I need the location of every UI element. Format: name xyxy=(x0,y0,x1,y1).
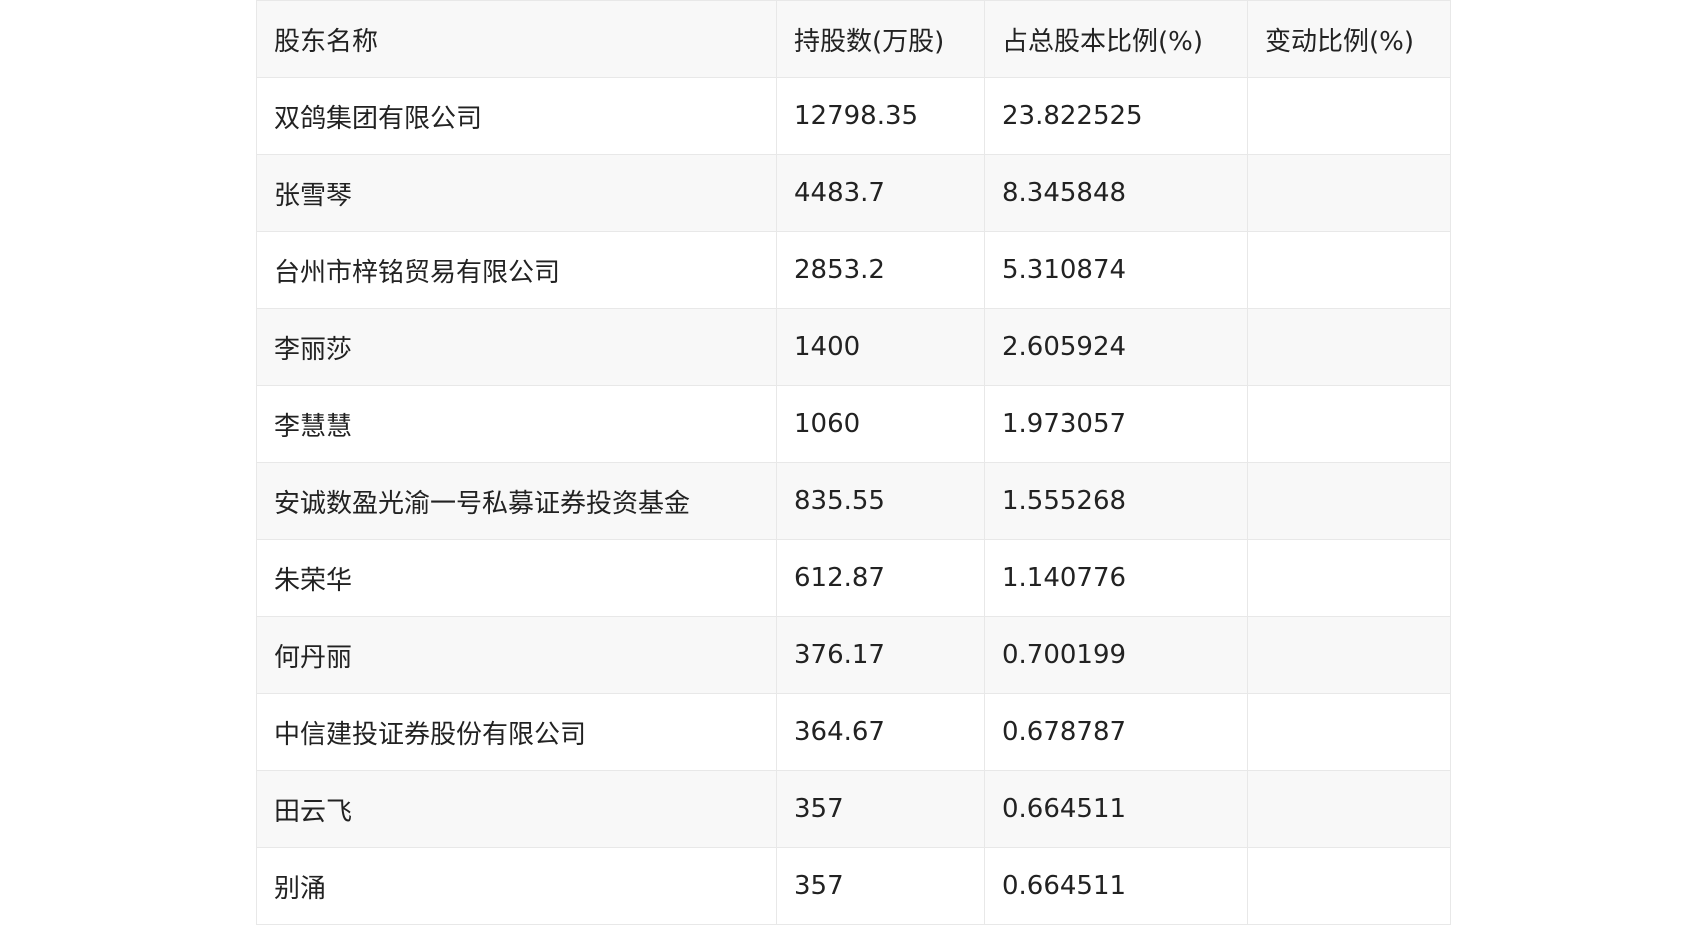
cell-change-ratio xyxy=(1247,539,1451,617)
cell-shareholder-name: 安诚数盈光渝一号私募证券投资基金 xyxy=(256,462,777,540)
cell-change-ratio xyxy=(1247,770,1451,848)
cell-shares-held: 12798.35 xyxy=(776,77,985,155)
cell-shareholder-name: 李慧慧 xyxy=(256,385,777,463)
cell-share-ratio: 2.605924 xyxy=(984,308,1248,386)
cell-change-ratio xyxy=(1247,385,1451,463)
cell-share-ratio: 5.310874 xyxy=(984,231,1248,309)
cell-shareholder-name: 朱荣华 xyxy=(256,539,777,617)
cell-change-ratio xyxy=(1247,616,1451,694)
header-shares-held: 持股数(万股) xyxy=(776,0,985,78)
cell-shares-held: 376.17 xyxy=(776,616,985,694)
cell-change-ratio xyxy=(1247,693,1451,771)
shareholder-table: 股东名称 持股数(万股) 占总股本比例(%) 变动比例(%) 双鸽集团有限公司 … xyxy=(256,0,1451,925)
cell-shares-held: 2853.2 xyxy=(776,231,985,309)
cell-shares-held: 357 xyxy=(776,770,985,848)
cell-shares-held: 612.87 xyxy=(776,539,985,617)
cell-change-ratio xyxy=(1247,154,1451,232)
cell-change-ratio xyxy=(1247,231,1451,309)
cell-change-ratio xyxy=(1247,462,1451,540)
cell-shares-held: 364.67 xyxy=(776,693,985,771)
cell-shareholder-name: 田云飞 xyxy=(256,770,777,848)
cell-shareholder-name: 台州市梓铭贸易有限公司 xyxy=(256,231,777,309)
cell-share-ratio: 0.678787 xyxy=(984,693,1248,771)
table-row: 李慧慧 1060 1.973057 xyxy=(256,385,1451,463)
cell-change-ratio xyxy=(1247,77,1451,155)
cell-share-ratio: 0.664511 xyxy=(984,847,1248,925)
table-row: 何丹丽 376.17 0.700199 xyxy=(256,616,1451,694)
cell-share-ratio: 8.345848 xyxy=(984,154,1248,232)
cell-share-ratio: 1.555268 xyxy=(984,462,1248,540)
table-row: 别涌 357 0.664511 xyxy=(256,847,1451,925)
cell-share-ratio: 23.822525 xyxy=(984,77,1248,155)
table-body: 双鸽集团有限公司 12798.35 23.822525 张雪琴 4483.7 8… xyxy=(256,77,1451,925)
cell-share-ratio: 0.664511 xyxy=(984,770,1248,848)
shareholder-table-container: 股东名称 持股数(万股) 占总股本比例(%) 变动比例(%) 双鸽集团有限公司 … xyxy=(256,0,1451,938)
cell-change-ratio xyxy=(1247,847,1451,925)
cell-shareholder-name: 双鸽集团有限公司 xyxy=(256,77,777,155)
cell-shares-held: 357 xyxy=(776,847,985,925)
cell-shareholder-name: 中信建投证券股份有限公司 xyxy=(256,693,777,771)
cell-shares-held: 1400 xyxy=(776,308,985,386)
header-shareholder-name: 股东名称 xyxy=(256,0,777,78)
table-row: 中信建投证券股份有限公司 364.67 0.678787 xyxy=(256,693,1451,771)
cell-share-ratio: 1.140776 xyxy=(984,539,1248,617)
header-row: 股东名称 持股数(万股) 占总股本比例(%) 变动比例(%) xyxy=(256,0,1451,78)
cell-shareholder-name: 李丽莎 xyxy=(256,308,777,386)
table-row: 张雪琴 4483.7 8.345848 xyxy=(256,154,1451,232)
cell-shareholder-name: 张雪琴 xyxy=(256,154,777,232)
cell-share-ratio: 1.973057 xyxy=(984,385,1248,463)
cell-shareholder-name: 何丹丽 xyxy=(256,616,777,694)
cell-change-ratio xyxy=(1247,308,1451,386)
table-row: 田云飞 357 0.664511 xyxy=(256,770,1451,848)
table-row: 李丽莎 1400 2.605924 xyxy=(256,308,1451,386)
cell-shares-held: 1060 xyxy=(776,385,985,463)
cell-shares-held: 835.55 xyxy=(776,462,985,540)
table-row: 台州市梓铭贸易有限公司 2853.2 5.310874 xyxy=(256,231,1451,309)
header-share-ratio: 占总股本比例(%) xyxy=(984,0,1248,78)
table-row: 安诚数盈光渝一号私募证券投资基金 835.55 1.555268 xyxy=(256,462,1451,540)
cell-share-ratio: 0.700199 xyxy=(984,616,1248,694)
cell-shares-held: 4483.7 xyxy=(776,154,985,232)
table-row: 双鸽集团有限公司 12798.35 23.822525 xyxy=(256,77,1451,155)
table-header: 股东名称 持股数(万股) 占总股本比例(%) 变动比例(%) xyxy=(256,0,1451,78)
cell-shareholder-name: 别涌 xyxy=(256,847,777,925)
table-row: 朱荣华 612.87 1.140776 xyxy=(256,539,1451,617)
header-change-ratio: 变动比例(%) xyxy=(1247,0,1451,78)
